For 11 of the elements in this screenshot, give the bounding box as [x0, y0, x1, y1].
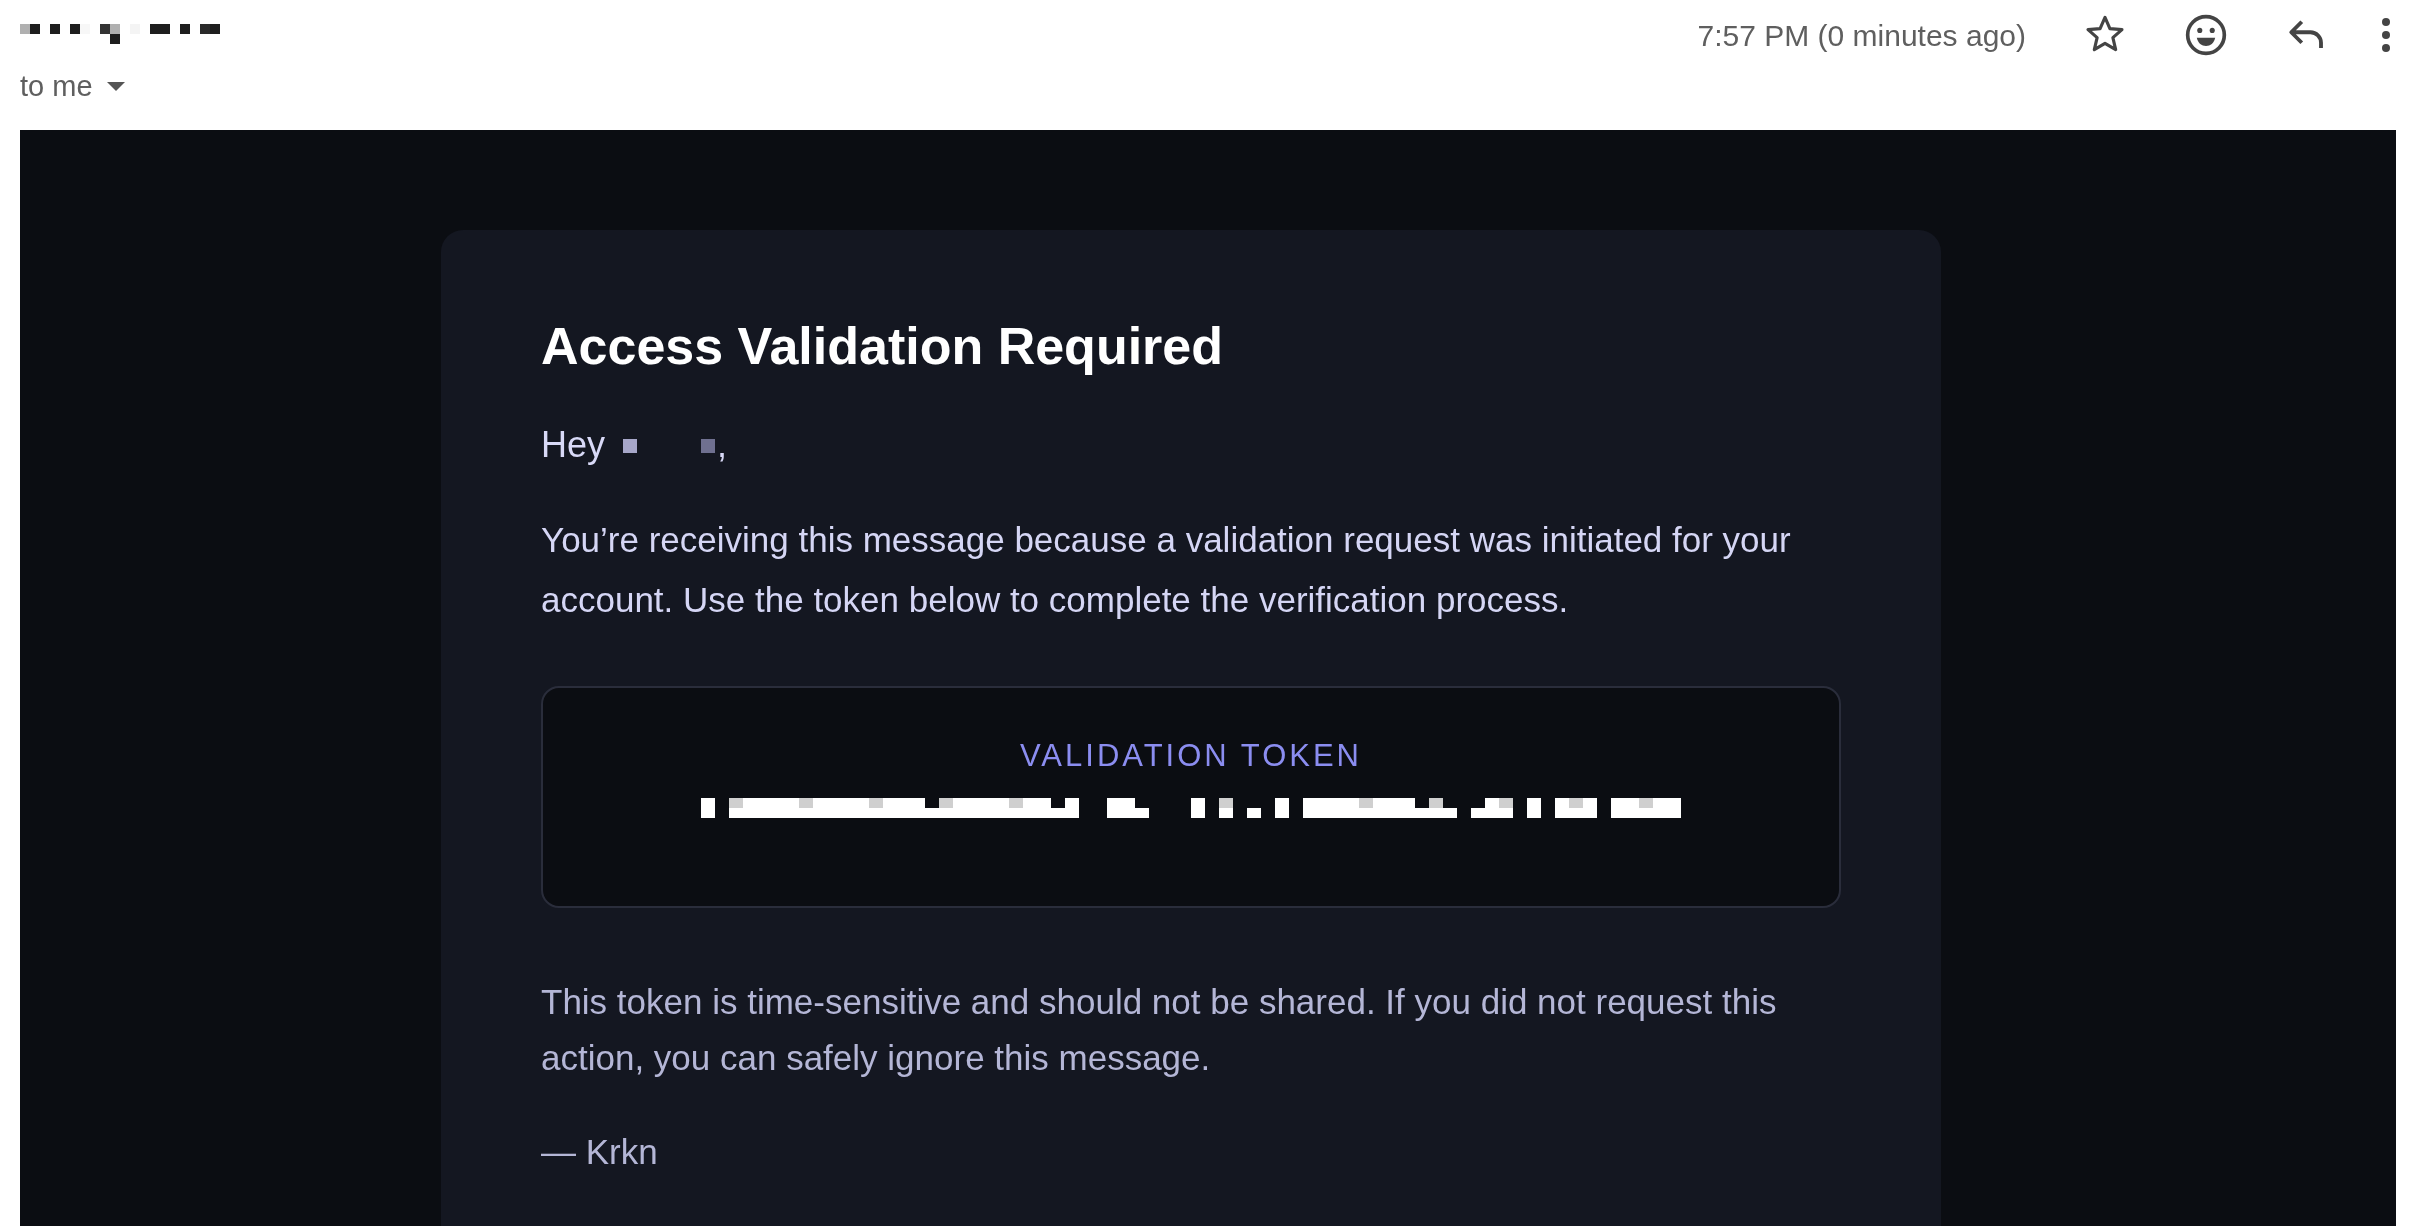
notice-paragraph: This token is time-sensitive and should not be shared. If you did not request this action, you can safely ignore this message.: [541, 981, 1778, 1079]
message-time: 7:57 PM (0 minutes ago): [1697, 18, 2026, 53]
intro-paragraph: You’re receiving this message because a validation request was initiated for your account. Use the token below to complete the verification process.: [541, 519, 1792, 621]
dropdown-caret-icon[interactable]: [106, 82, 125, 91]
token-label: VALIDATION TOKEN: [1020, 738, 1362, 774]
more-options-icon[interactable]: [2380, 17, 2392, 53]
greeting-text: Hey: [541, 424, 606, 466]
emoji-icon[interactable]: [2184, 13, 2228, 57]
signature: — Krkn: [541, 1131, 659, 1173]
recipient-label: to me: [20, 70, 93, 103]
greeting-comma: ,: [717, 424, 728, 466]
